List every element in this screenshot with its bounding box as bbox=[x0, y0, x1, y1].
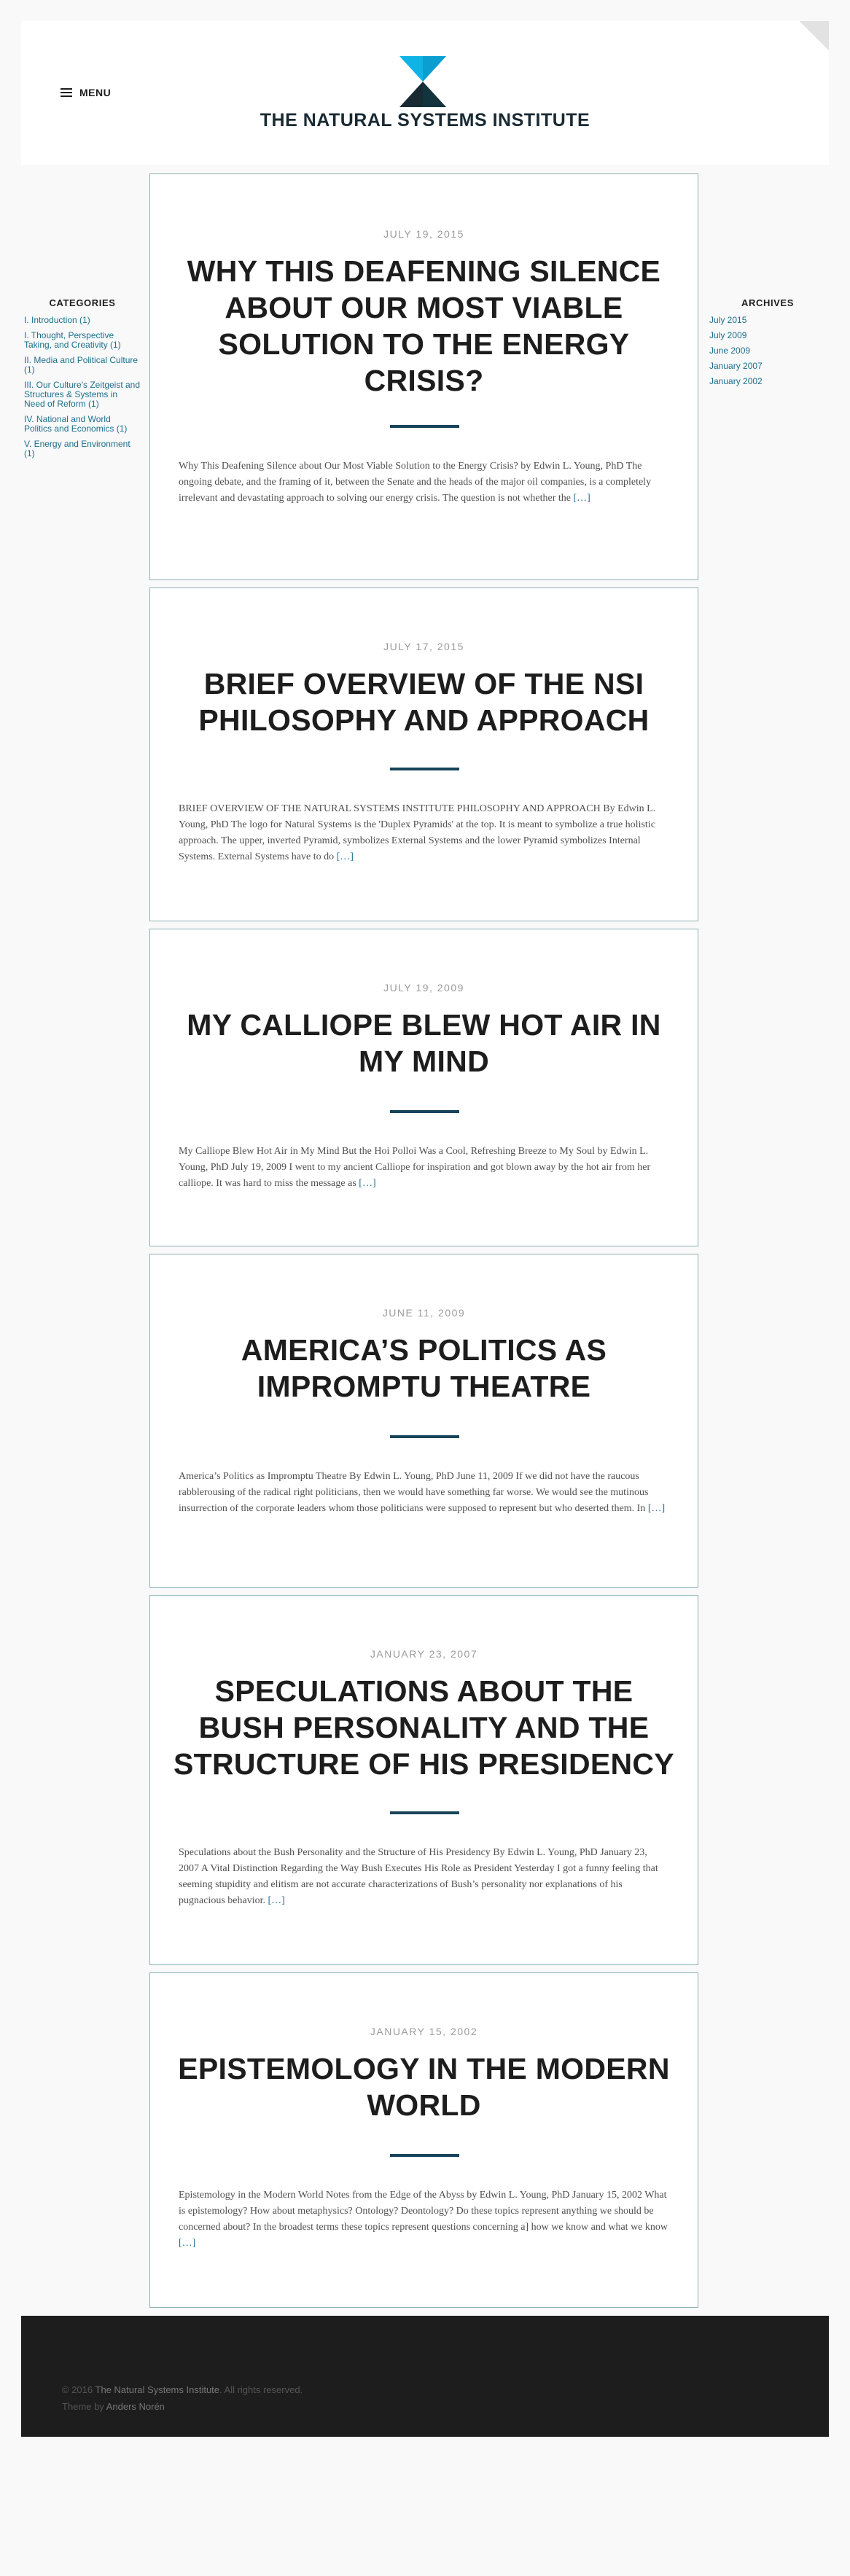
post-excerpt: Why This Deafening Silence about Our Mos… bbox=[179, 461, 652, 504]
post-card: JULY 17, 2015 BRIEF OVERVIEW OF THE NSI … bbox=[149, 588, 698, 921]
post-card: JANUARY 15, 2002 EPISTEMOLOGY IN THE MOD… bbox=[149, 1972, 698, 2308]
site-footer: © 2016 The Natural Systems Institute. Al… bbox=[21, 2316, 829, 2437]
post-title[interactable]: WHY THIS DEAFENING SILENCE ABOUT OUR MOS… bbox=[172, 253, 676, 399]
footer-site-link[interactable]: The Natural Systems Institute bbox=[95, 2384, 220, 2395]
site-header: MENU THE NATURAL SYSTEMS INSTITUTE bbox=[21, 21, 829, 165]
categories-widget: CATEGORIES I. Introduction (1) I. Though… bbox=[24, 297, 141, 464]
post-card: JUNE 11, 2009 AMERICA’S POLITICS AS IMPR… bbox=[149, 1254, 698, 1588]
footer-credits: © 2016 The Natural Systems Institute. Al… bbox=[62, 2381, 303, 2415]
categories-title: CATEGORIES bbox=[49, 297, 116, 308]
hamburger-icon bbox=[61, 88, 72, 97]
post-divider bbox=[390, 1435, 459, 1438]
post-divider bbox=[390, 768, 459, 770]
post-excerpt: Speculations about the Bush Personality … bbox=[179, 1847, 658, 1906]
menu-label: MENU bbox=[79, 87, 112, 98]
post-excerpt: America’s Politics as Impromptu Theatre … bbox=[179, 1471, 666, 1514]
theme-author-link[interactable]: Anders Norén bbox=[106, 2401, 165, 2412]
category-link[interactable]: II. Media and Political Culture (1) bbox=[24, 355, 138, 375]
post-title[interactable]: AMERICA’S POLITICS AS IMPROMPTU THEATRE bbox=[172, 1332, 676, 1405]
post-date[interactable]: JANUARY 23, 2007 bbox=[150, 1648, 698, 1660]
post-excerpt: BRIEF OVERVIEW OF THE NATURAL SYSTEMS IN… bbox=[179, 803, 656, 862]
post-date[interactable]: JULY 19, 2009 bbox=[150, 982, 698, 994]
read-more-link[interactable]: […] bbox=[268, 1895, 284, 1906]
post-title[interactable]: MY CALLIOPE BLEW HOT AIR IN MY MIND bbox=[172, 1007, 676, 1080]
post-title[interactable]: SPECULATIONS ABOUT THE BUSH PERSONALITY … bbox=[172, 1673, 676, 1782]
post-date[interactable]: JULY 19, 2015 bbox=[150, 228, 698, 240]
post-date[interactable]: JUNE 11, 2009 bbox=[150, 1307, 698, 1319]
category-link[interactable]: I. Thought, Perspective Taking, and Crea… bbox=[24, 330, 121, 350]
copyright-line: © 2016 The Natural Systems Institute. Al… bbox=[62, 2384, 303, 2395]
post-divider bbox=[390, 1110, 459, 1113]
read-more-link[interactable]: […] bbox=[648, 1503, 665, 1514]
archive-link[interactable]: July 2009 bbox=[709, 330, 746, 340]
post-excerpt: My Calliope Blew Hot Air in My Mind But … bbox=[179, 1146, 651, 1189]
read-more-link[interactable]: […] bbox=[359, 1178, 375, 1189]
post-divider bbox=[390, 1811, 459, 1814]
archive-link[interactable]: July 2015 bbox=[709, 315, 746, 325]
categories-list: I. Introduction (1) I. Thought, Perspect… bbox=[24, 316, 141, 458]
post-card: JANUARY 23, 2007 SPECULATIONS ABOUT THE … bbox=[149, 1595, 698, 1965]
category-link[interactable]: I. Introduction (1) bbox=[24, 315, 90, 325]
theme-credit-line: Theme by Anders Norén bbox=[62, 2401, 165, 2412]
archives-list: July 2015 July 2009 June 2009 January 20… bbox=[709, 316, 826, 386]
category-link[interactable]: IV. National and World Politics and Econ… bbox=[24, 414, 127, 434]
post-card: JULY 19, 2015 WHY THIS DEAFENING SILENCE… bbox=[149, 173, 698, 580]
post-card: JULY 19, 2009 MY CALLIOPE BLEW HOT AIR I… bbox=[149, 929, 698, 1246]
read-more-link[interactable]: […] bbox=[337, 851, 354, 862]
read-more-link[interactable]: […] bbox=[179, 2238, 195, 2249]
post-title[interactable]: BRIEF OVERVIEW OF THE NSI PHILOSOPHY AND… bbox=[172, 666, 676, 738]
post-date[interactable]: JULY 17, 2015 bbox=[150, 641, 698, 652]
archive-link[interactable]: January 2007 bbox=[709, 361, 763, 371]
post-excerpt: Epistemology in the Modern World Notes f… bbox=[179, 2190, 668, 2249]
archive-link[interactable]: June 2009 bbox=[709, 346, 750, 356]
archives-widget: ARCHIVES July 2015 July 2009 June 2009 J… bbox=[709, 297, 826, 392]
post-title[interactable]: EPISTEMOLOGY IN THE MODERN WORLD bbox=[172, 2050, 676, 2123]
read-more-link[interactable]: […] bbox=[573, 493, 590, 504]
site-title[interactable]: THE NATURAL SYSTEMS INSTITUTE bbox=[21, 110, 829, 131]
page-fold-decoration bbox=[800, 21, 829, 50]
category-link[interactable]: V. Energy and Environment (1) bbox=[24, 439, 130, 458]
category-link[interactable]: III. Our Culture's Zeitgeist and Structu… bbox=[24, 380, 140, 409]
site-logo-icon[interactable] bbox=[399, 56, 446, 111]
post-divider bbox=[390, 2154, 459, 2157]
post-date[interactable]: JANUARY 15, 2002 bbox=[150, 2026, 698, 2037]
menu-button[interactable]: MENU bbox=[61, 87, 111, 98]
archives-title: ARCHIVES bbox=[741, 297, 794, 308]
archive-link[interactable]: January 2002 bbox=[709, 376, 763, 386]
post-divider bbox=[390, 425, 459, 428]
